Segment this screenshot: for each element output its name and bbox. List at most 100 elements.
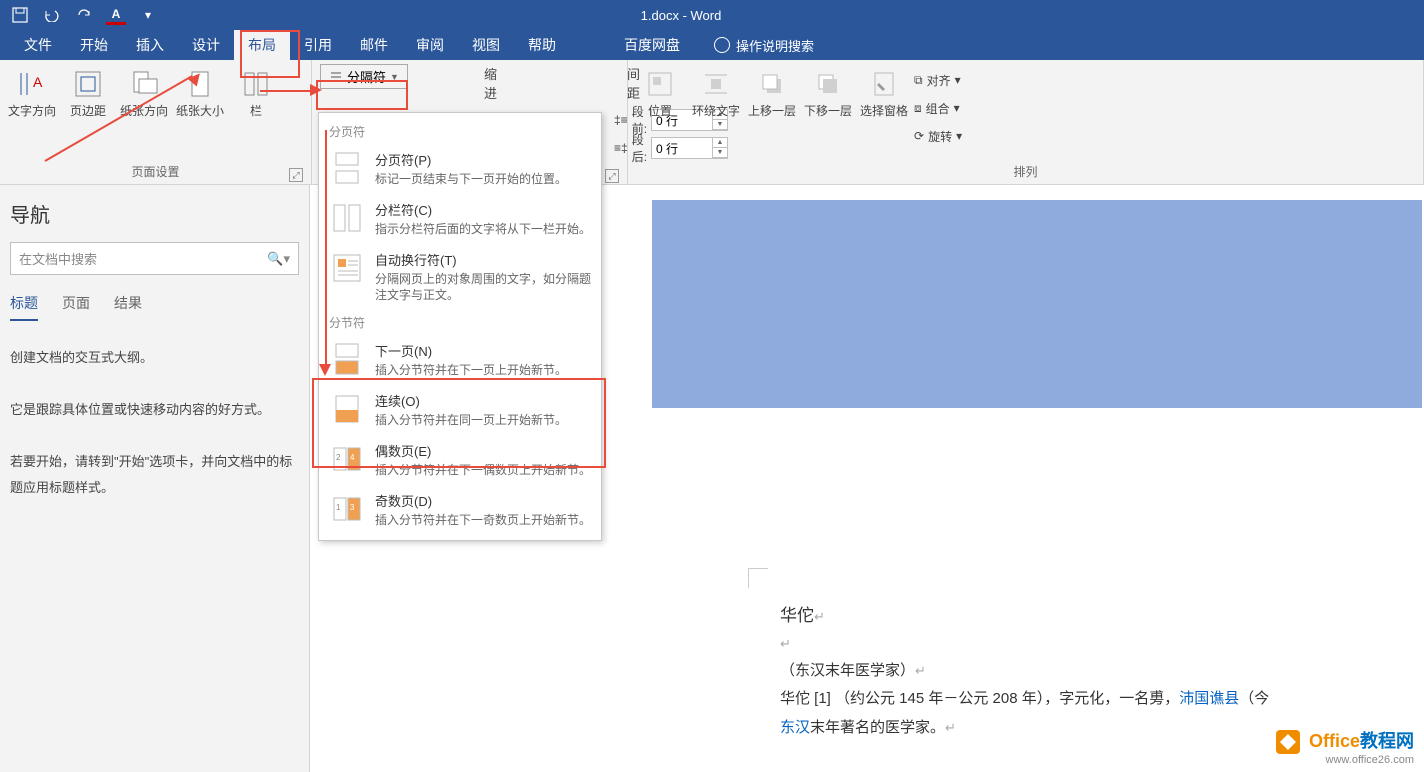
- group-button[interactable]: ⧈组合 ▾: [914, 96, 962, 120]
- dialog-launcher-icon[interactable]: ⤢: [289, 168, 303, 182]
- doc-link[interactable]: 沛国谯县: [1179, 690, 1239, 707]
- align-icon: ⧉: [914, 73, 923, 88]
- selection-pane-icon: [868, 68, 900, 100]
- annotation-arrowhead: [310, 84, 322, 96]
- breaks-icon: [329, 70, 343, 84]
- breaks-dropdown: 分页符 分页符(P)标记一页结束与下一页开始的位置。 分栏符(C)指示分栏符后面…: [318, 112, 602, 541]
- margins-icon: [72, 68, 104, 100]
- breaks-button[interactable]: 分隔符 ▼: [320, 64, 408, 89]
- doc-heading: 华佗: [780, 606, 814, 625]
- svg-text:4: 4: [350, 453, 355, 462]
- page-breaks-header: 分页符: [319, 119, 601, 144]
- redo-icon[interactable]: [74, 5, 94, 25]
- menu-item-even-page[interactable]: 24 偶数页(E)插入分节符并在下一偶数页上开始新节。: [319, 435, 601, 485]
- search-icon: 🔍▾: [267, 251, 290, 267]
- svg-text:3: 3: [350, 503, 355, 512]
- position-icon: [644, 68, 676, 100]
- nav-tab-results[interactable]: 结果: [114, 293, 142, 321]
- document-image-placeholder: [652, 200, 1422, 408]
- doc-link[interactable]: 东汉: [780, 719, 810, 736]
- column-break-icon: [329, 200, 365, 236]
- margins-button[interactable]: 页边距: [62, 64, 114, 119]
- even-page-icon: 24: [329, 441, 365, 477]
- ribbon-tabs: 文件 开始 插入 设计 布局 引用 邮件 审阅 视图 帮助 百度网盘 操作说明搜…: [0, 30, 1424, 60]
- rotate-button[interactable]: ⟳旋转 ▾: [914, 124, 962, 148]
- nav-tab-headings[interactable]: 标题: [10, 293, 38, 321]
- paragraph-mark-icon: ↵: [780, 632, 1404, 657]
- selection-pane-button[interactable]: 选择窗格: [858, 64, 910, 119]
- dialog-launcher-icon[interactable]: ⤢: [605, 169, 619, 183]
- indent-label: 缩进: [484, 64, 497, 102]
- svg-text:1: 1: [336, 503, 341, 512]
- nav-tabs: 标题 页面 结果: [10, 293, 299, 321]
- menu-item-next-page[interactable]: 下一页(N)插入分节符并在下一页上开始新节。: [319, 335, 601, 385]
- continuous-icon: [329, 391, 365, 427]
- wrap-text-icon: [700, 68, 732, 100]
- spacing-before-row: ‡≡ 段前: ▲▼: [614, 108, 621, 132]
- watermark: Office教程网 www.office26.com: [1276, 727, 1414, 766]
- window-title: 1.docx - Word: [158, 8, 1204, 23]
- document-page: 华佗↵ ↵ （东汉末年医学家）↵ 华佗 [1] （约公元 145 年－公元 20…: [640, 460, 1424, 762]
- bring-forward-button[interactable]: 上移一层: [746, 64, 798, 119]
- position-button[interactable]: 位置: [634, 64, 686, 119]
- tab-help[interactable]: 帮助: [514, 30, 570, 60]
- bulb-icon: [714, 37, 730, 53]
- watermark-logo-icon: [1276, 730, 1300, 754]
- nav-body-text: 创建文档的交互式大纲。 它是跟踪具体位置或快速移动内容的好方式。 若要开始，请转…: [10, 345, 299, 501]
- menu-item-page-break[interactable]: 分页符(P)标记一页结束与下一页开始的位置。: [319, 144, 601, 194]
- rotate-icon: ⟳: [914, 129, 924, 143]
- spacing-after-icon: ≡‡: [614, 141, 628, 155]
- spacing-after-row: ≡‡ 段后: ▲▼: [614, 136, 621, 160]
- group-arrange: 位置 环绕文字 上移一层 下移一层 选择窗格 ⧉对齐 ▾ ⧈组合 ▾ ⟳旋转 ▾…: [628, 60, 1424, 184]
- tab-file[interactable]: 文件: [10, 30, 66, 60]
- tab-design[interactable]: 设计: [178, 30, 234, 60]
- margin-corner-icon: [748, 568, 768, 588]
- menu-item-column-break[interactable]: 分栏符(C)指示分栏符后面的文字将从下一栏开始。: [319, 194, 601, 244]
- size-button[interactable]: 纸张大小: [174, 64, 226, 119]
- tab-baidu[interactable]: 百度网盘: [610, 30, 694, 60]
- quick-access-toolbar: A ▾: [0, 5, 158, 25]
- text-direction-button[interactable]: A 文字方向: [6, 64, 58, 119]
- ribbon: A 文字方向 页边距 纸张方向 纸张大小 栏 页面设置 ⤢: [0, 60, 1424, 185]
- chevron-down-icon: ▼: [390, 72, 399, 82]
- send-backward-icon: [812, 68, 844, 100]
- menu-item-odd-page[interactable]: 13 奇数页(D)插入分节符并在下一奇数页上开始新节。: [319, 485, 601, 535]
- save-icon[interactable]: [10, 5, 30, 25]
- tell-me-search[interactable]: 操作说明搜索: [714, 30, 814, 60]
- nav-tab-pages[interactable]: 页面: [62, 293, 90, 321]
- font-color-icon[interactable]: A: [106, 5, 126, 25]
- tab-home[interactable]: 开始: [66, 30, 122, 60]
- annotation-arrow: [325, 130, 327, 370]
- menu-item-text-wrap-break[interactable]: 自动换行符(T)分隔网页上的对象周围的文字，如分隔题注文字与正文。: [319, 244, 601, 311]
- section-breaks-header: 分节符: [319, 310, 601, 335]
- bring-forward-icon: [756, 68, 788, 100]
- nav-title: 导航: [10, 199, 299, 228]
- nav-search-input[interactable]: 在文档中搜索 🔍▾: [10, 242, 299, 275]
- tab-references[interactable]: 引用: [290, 30, 346, 60]
- annotation-arrow: [260, 90, 316, 92]
- tab-layout[interactable]: 布局: [234, 30, 290, 60]
- wrap-text-button[interactable]: 环绕文字: [690, 64, 742, 119]
- qat-customize-icon[interactable]: ▾: [138, 5, 158, 25]
- menu-item-continuous[interactable]: 连续(O)插入分节符并在同一页上开始新节。: [319, 385, 601, 435]
- tell-me-label: 操作说明搜索: [736, 36, 814, 55]
- annotation-arrowhead: [319, 364, 331, 376]
- next-page-icon: [329, 341, 365, 377]
- send-backward-button[interactable]: 下移一层: [802, 64, 854, 119]
- align-button[interactable]: ⧉对齐 ▾: [914, 68, 962, 92]
- page-break-icon: [329, 150, 365, 186]
- group-icon: ⧈: [914, 101, 922, 116]
- group-label-arrange: 排列: [634, 159, 1417, 184]
- spacing-before-icon: ‡≡: [614, 113, 628, 127]
- text-direction-icon: A: [16, 68, 48, 100]
- tab-insert[interactable]: 插入: [122, 30, 178, 60]
- columns-icon: [240, 68, 272, 100]
- paragraph-mark-icon: ↵: [814, 609, 825, 624]
- tab-view[interactable]: 视图: [458, 30, 514, 60]
- doc-subtitle: （东汉末年医学家）: [780, 662, 915, 679]
- tab-review[interactable]: 审阅: [402, 30, 458, 60]
- group-label-page-setup: 页面设置 ⤢: [6, 159, 305, 184]
- undo-icon[interactable]: [42, 5, 62, 25]
- text-wrap-break-icon: [329, 250, 365, 286]
- tab-mailings[interactable]: 邮件: [346, 30, 402, 60]
